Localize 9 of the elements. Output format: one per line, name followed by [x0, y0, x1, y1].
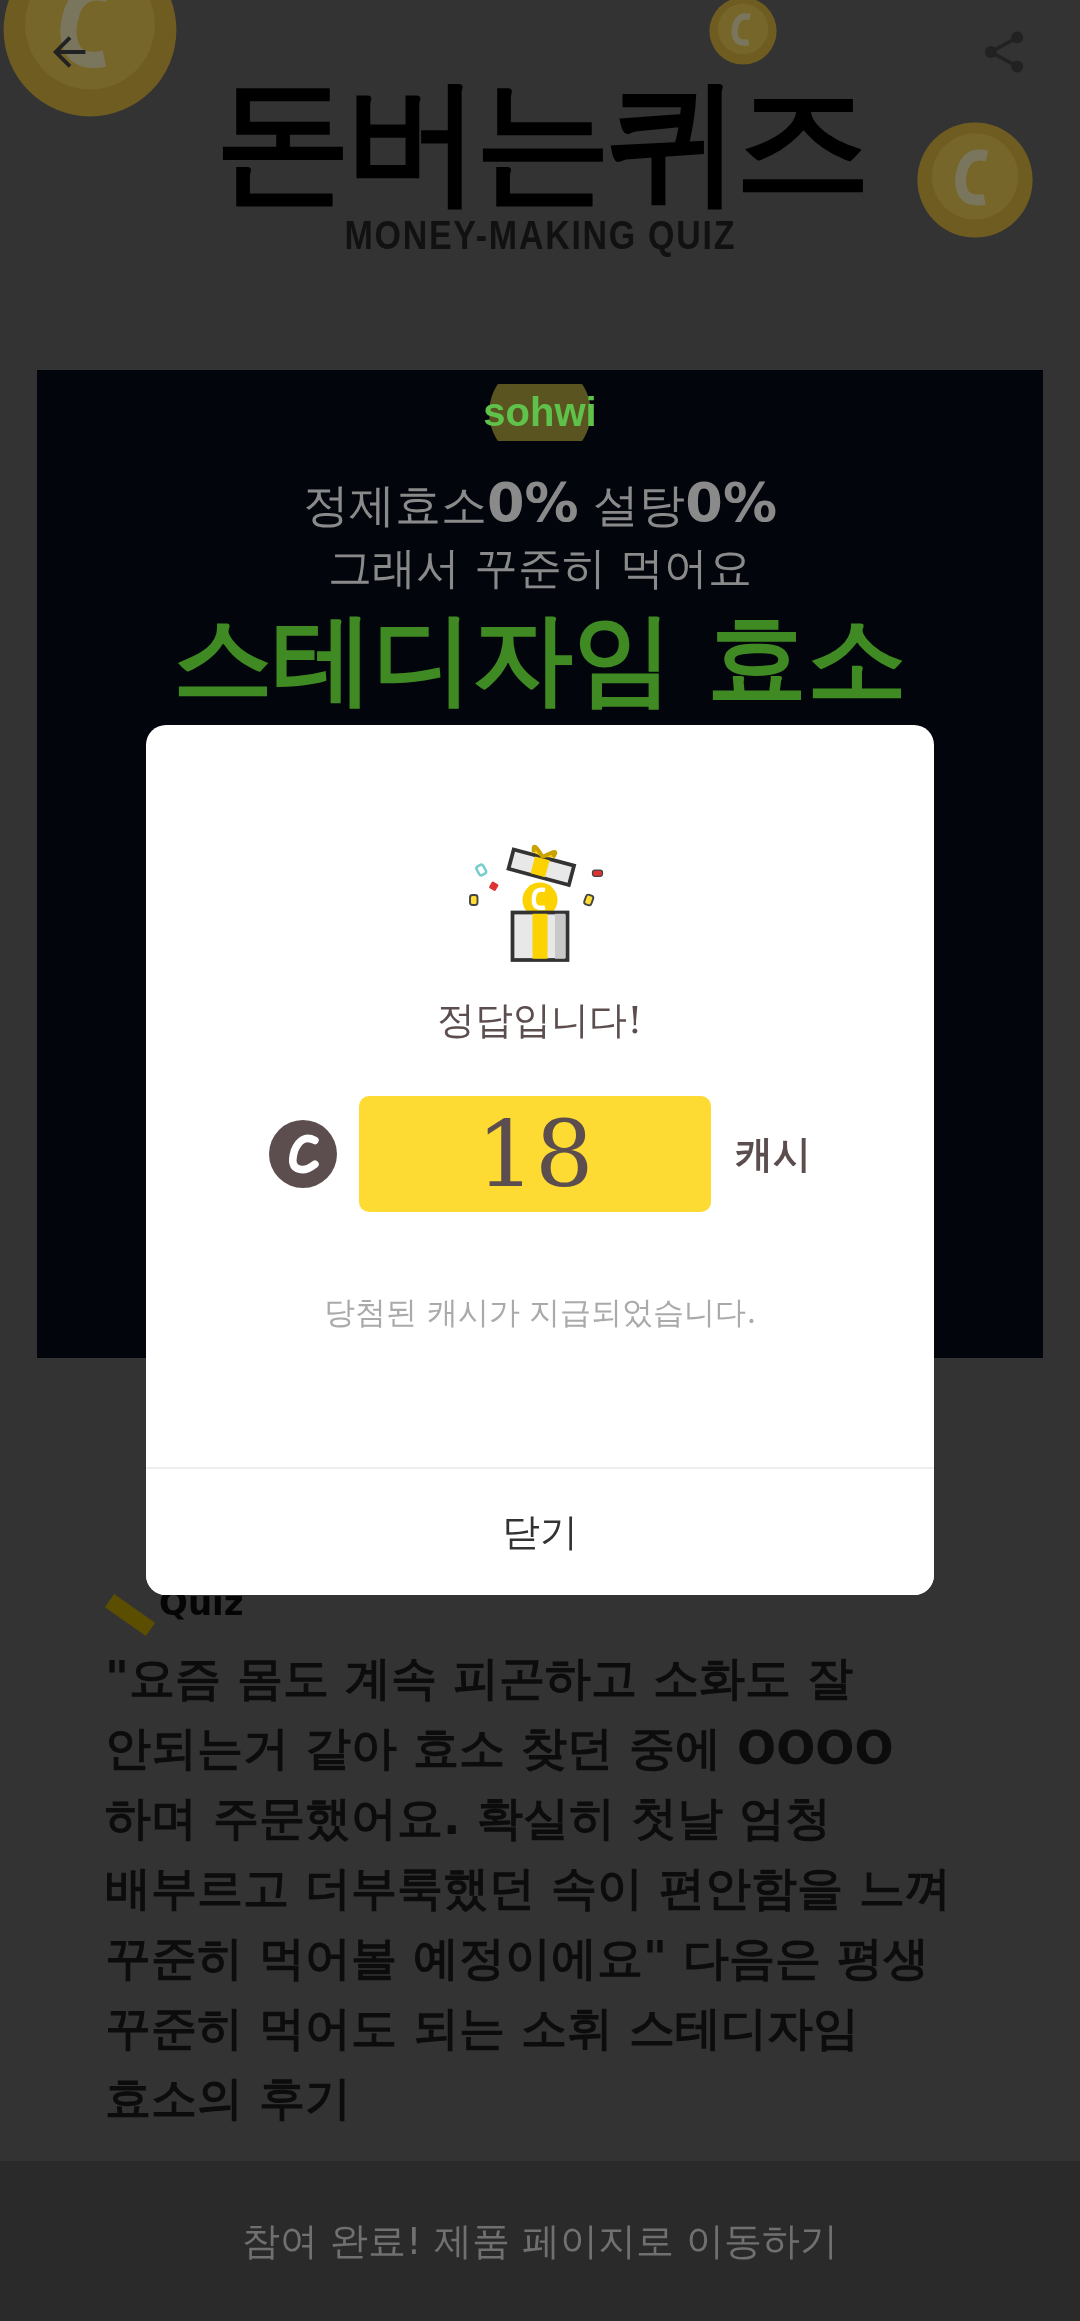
reward-unit: 캐시	[735, 1130, 811, 1178]
close-button[interactable]: 닫기	[146, 1467, 934, 1595]
dialog-title: 정답입니다!	[437, 997, 643, 1044]
banner-headline: 정제효소0% 설탕0%	[303, 471, 777, 536]
dialog-message: 당첨된 캐시가 지급되었습니다.	[323, 1293, 757, 1332]
reward-amount: 18	[359, 1096, 711, 1212]
coin-icon	[269, 1120, 337, 1188]
product-name: 스테디자임 효소	[172, 604, 908, 714]
banner-subline: 그래서 꾸준히 먹어요	[328, 541, 752, 595]
